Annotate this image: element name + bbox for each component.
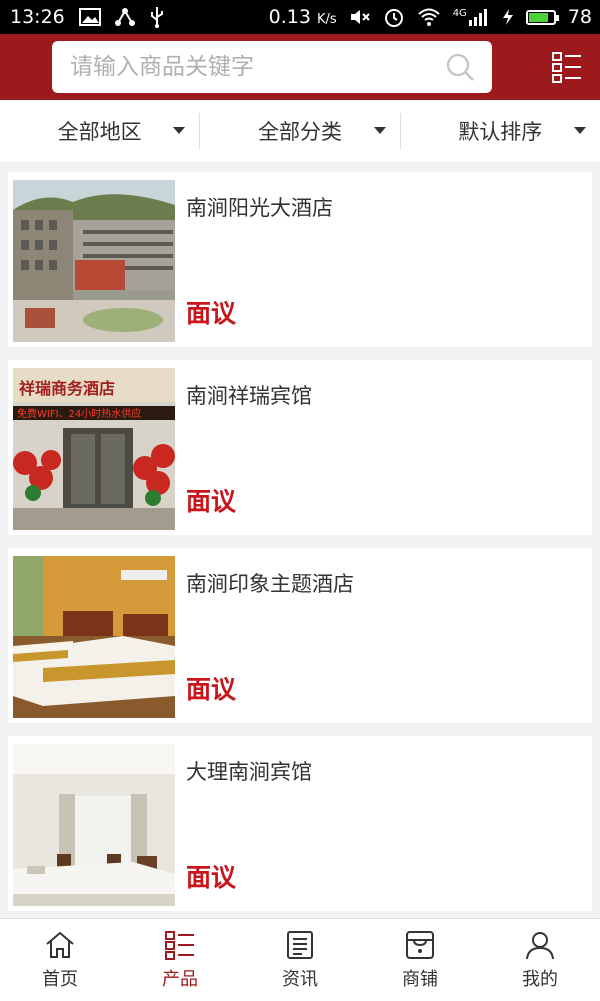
battery-icon bbox=[525, 9, 559, 25]
product-item[interactable]: 大理南涧宾馆 面议 bbox=[8, 736, 592, 911]
filter-bar: 全部地区 全部分类 默认排序 bbox=[0, 100, 600, 162]
network-speed-unit: K/s bbox=[317, 12, 337, 27]
tab-news[interactable]: 资讯 bbox=[240, 919, 360, 1001]
product-price: 面议 bbox=[186, 863, 237, 892]
battery-fill bbox=[528, 12, 548, 22]
wifi-icon bbox=[418, 8, 440, 26]
news-icon bbox=[287, 931, 313, 959]
product-image[interactable] bbox=[13, 744, 175, 906]
search-input[interactable] bbox=[52, 40, 444, 94]
product-image[interactable] bbox=[13, 556, 175, 718]
tab-label: 商铺 bbox=[402, 969, 438, 990]
cell-type: 4G bbox=[452, 8, 467, 19]
filter-region[interactable]: 全部地区 bbox=[0, 113, 199, 149]
product-title[interactable]: 南涧印象主题酒店 bbox=[186, 568, 354, 598]
mute-icon bbox=[350, 10, 370, 24]
network-speed: 0.13 K/s bbox=[269, 6, 337, 28]
product-price: 面议 bbox=[186, 299, 237, 328]
product-item[interactable]: 南涧印象主题酒店 面议 bbox=[8, 548, 592, 723]
dropdown-arrow-icon bbox=[573, 127, 586, 134]
product-price: 面议 bbox=[186, 487, 237, 516]
tab-shop[interactable]: 商铺 bbox=[360, 919, 480, 1001]
tab-label: 产品 bbox=[162, 969, 198, 990]
dropdown-arrow-icon bbox=[373, 127, 386, 134]
product-image[interactable]: 祥瑞商务酒店 免费WIFI、24小时热水供应 bbox=[13, 368, 175, 530]
product-price: 面议 bbox=[186, 675, 237, 704]
bottom-tab-bar: 首页 产品 资讯 商铺 我的 bbox=[0, 918, 600, 1001]
status-time: 13:26 bbox=[10, 6, 65, 28]
list-icon bbox=[165, 931, 194, 960]
signal-icon: 4G bbox=[453, 8, 490, 26]
product-image[interactable] bbox=[13, 180, 175, 342]
filter-sort-label: 默认排序 bbox=[458, 120, 543, 144]
filter-sort[interactable]: 默认排序 bbox=[399, 113, 600, 149]
product-item[interactable]: 南涧阳光大酒店 面议 bbox=[8, 172, 592, 347]
filter-category[interactable]: 全部分类 bbox=[199, 113, 399, 149]
tab-label: 资讯 bbox=[282, 969, 318, 990]
filter-region-label: 全部地区 bbox=[57, 120, 142, 144]
tab-label: 首页 bbox=[42, 969, 78, 990]
status-bar: 13:26 0.13 K/s 4G 78 bbox=[0, 0, 600, 34]
product-title[interactable]: 大理南涧宾馆 bbox=[186, 756, 312, 786]
image-notification-icon bbox=[78, 8, 101, 26]
battery-percent: 78 bbox=[567, 6, 592, 28]
search-icon[interactable] bbox=[444, 51, 476, 83]
app-header bbox=[0, 34, 600, 100]
alarm-icon bbox=[384, 9, 403, 27]
hotel-sign-text: 祥瑞商务酒店 bbox=[19, 379, 115, 398]
home-icon bbox=[46, 931, 74, 958]
user-icon bbox=[526, 932, 554, 960]
tab-label: 我的 bbox=[522, 969, 558, 990]
tab-products[interactable]: 产品 bbox=[120, 919, 240, 1001]
search-box[interactable] bbox=[52, 40, 492, 94]
share-icon bbox=[114, 8, 135, 26]
product-title[interactable]: 南涧祥瑞宾馆 bbox=[186, 380, 312, 410]
product-title[interactable]: 南涧阳光大酒店 bbox=[186, 192, 333, 222]
filter-category-label: 全部分类 bbox=[257, 120, 342, 144]
hotel-ticker-text: 免费WIFI、24小时热水供应 bbox=[17, 407, 141, 420]
tab-home[interactable]: 首页 bbox=[0, 919, 120, 1001]
usb-icon bbox=[150, 7, 163, 28]
category-menu-icon[interactable] bbox=[552, 51, 582, 83]
product-item[interactable]: 祥瑞商务酒店 免费WIFI、24小时热水供应 南涧祥瑞宾馆 面议 bbox=[8, 360, 592, 535]
network-speed-value: 0.13 bbox=[268, 6, 311, 28]
shop-icon bbox=[406, 931, 434, 959]
dropdown-arrow-icon bbox=[173, 127, 186, 134]
charging-icon bbox=[502, 9, 513, 25]
tab-profile[interactable]: 我的 bbox=[480, 919, 600, 1001]
